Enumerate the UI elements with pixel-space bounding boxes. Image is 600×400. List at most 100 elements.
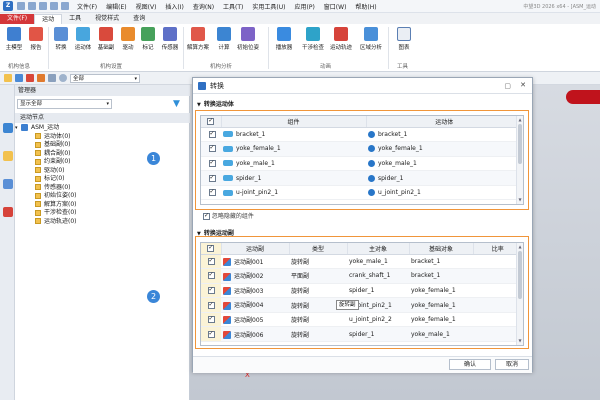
pin-icon[interactable]: ▢: [504, 82, 511, 90]
menu-window[interactable]: 窗口(W): [324, 2, 347, 11]
sensor-button[interactable]: 传感器: [159, 27, 181, 51]
tree-item-markers[interactable]: 标记(0): [15, 175, 190, 184]
collapse-icon[interactable]: ▼: [197, 102, 201, 108]
row-checkbox[interactable]: [207, 330, 215, 338]
assembly-manager-icon[interactable]: [3, 123, 13, 133]
menu-query[interactable]: 查询(N): [193, 2, 214, 11]
row-checkbox[interactable]: [207, 286, 215, 294]
display-filter-select[interactable]: 显示全部 ▾: [17, 99, 112, 109]
filter-select[interactable]: 全部 ▾: [70, 74, 140, 83]
bodies-scrollbar[interactable]: ▲ ▼: [516, 116, 523, 204]
menu-insert[interactable]: 插入(I): [165, 2, 183, 11]
tab-file[interactable]: 文件(F): [0, 14, 35, 24]
new-icon[interactable]: [17, 2, 25, 10]
menu-apps[interactable]: 应用(P): [294, 2, 314, 11]
trajectory-button[interactable]: 运动轨迹: [330, 27, 352, 51]
menu-file[interactable]: 文件(F): [77, 2, 97, 11]
ignore-hidden-checkbox[interactable]: [203, 212, 210, 220]
close-icon[interactable]: ✕: [520, 81, 526, 89]
row-checkbox[interactable]: [207, 315, 215, 324]
driver-button[interactable]: 驱动: [117, 27, 139, 51]
history-icon[interactable]: [3, 151, 13, 161]
convert-button[interactable]: 转换: [50, 27, 72, 51]
select-icon[interactable]: [4, 74, 12, 82]
row-checkbox[interactable]: [208, 174, 216, 182]
tab-query[interactable]: 查询: [126, 14, 152, 24]
menu-help[interactable]: 帮助(H): [355, 2, 376, 11]
tree-item-initial-poses[interactable]: 初始位姿(0): [15, 192, 190, 201]
funnel-icon[interactable]: ▼: [173, 99, 185, 109]
menu-edit[interactable]: 编辑(E): [106, 2, 126, 11]
tree-item-solutions[interactable]: 解算方案(0): [15, 201, 190, 210]
basic-joint-button[interactable]: 基础副: [95, 27, 117, 51]
table-row[interactable]: 运动副005 旋转副 u_joint_pin2_2 yoke_female_1: [201, 312, 523, 328]
properties-icon[interactable]: [3, 179, 13, 189]
pick-icon[interactable]: [15, 74, 23, 82]
cancel-button[interactable]: 取消: [495, 359, 529, 370]
tree-item-interference[interactable]: 干涉检查(0): [15, 209, 190, 218]
app-logo-icon[interactable]: Z: [3, 1, 13, 11]
header-select-all[interactable]: [201, 243, 222, 255]
row-checkbox[interactable]: [208, 144, 216, 153]
tree-item-bodies[interactable]: 运动体(0): [15, 133, 190, 142]
chart-button[interactable]: 图表: [393, 27, 415, 51]
menu-tools[interactable]: 工具(T): [223, 2, 243, 11]
select-all-checkbox[interactable]: [207, 117, 215, 125]
marker-button[interactable]: 标记: [137, 27, 159, 51]
row-checkbox[interactable]: [208, 188, 216, 197]
view-manager-icon[interactable]: [3, 207, 13, 217]
section-bodies-header[interactable]: ▼ 转换运动体: [197, 99, 234, 108]
table-row[interactable]: 运动副004 旋转副 u_joint_pin2_1 yoke_female_1: [201, 297, 523, 313]
row-checkbox[interactable]: [207, 271, 215, 280]
open-icon[interactable]: [28, 2, 36, 10]
region-analysis-button[interactable]: 区域分析: [360, 27, 382, 51]
tab-visual-style[interactable]: 视觉样式: [88, 14, 126, 24]
scroll-down-icon[interactable]: ▼: [517, 197, 523, 203]
tree-item-basic-joints[interactable]: 基础副(0): [15, 141, 190, 150]
undo-icon[interactable]: [50, 2, 58, 10]
menu-view[interactable]: 视图(V): [136, 2, 157, 11]
report-button[interactable]: 报告: [25, 27, 47, 51]
table-row[interactable]: 运动副002 平面副 crank_shaft_1 bracket_1: [201, 268, 523, 284]
tab-motion[interactable]: 运动: [34, 14, 63, 24]
scroll-thumb[interactable]: [518, 251, 522, 299]
header-select-all[interactable]: [201, 116, 222, 128]
table-row[interactable]: 运动副006 旋转副 spider_1 yoke_male_1: [201, 326, 523, 343]
scroll-down-icon[interactable]: ▼: [517, 338, 523, 344]
table-row[interactable]: bracket_1 bracket_1: [201, 127, 523, 143]
scroll-thumb[interactable]: [518, 124, 522, 164]
motion-body-button[interactable]: 运动体: [72, 27, 94, 51]
save-icon[interactable]: [39, 2, 47, 10]
tree-item-couplers[interactable]: 耦合副(0): [15, 150, 190, 159]
solution-button[interactable]: 解算方案: [187, 27, 209, 51]
tree-item-sensors[interactable]: 传感器(0): [15, 184, 190, 193]
table-row[interactable]: u-joint_pin2_1 u_joint_pin2_1: [201, 185, 523, 201]
table-row[interactable]: spider_1 spider_1: [201, 170, 523, 186]
row-checkbox[interactable]: [208, 130, 216, 138]
ignore-hidden-option[interactable]: 忽略隐藏的组件: [203, 211, 254, 220]
row-checkbox[interactable]: [207, 257, 215, 265]
table-row[interactable]: 运动副003 旋转副 spider_1 yoke_female_1: [201, 283, 523, 299]
tree-root[interactable]: ▾ ASM_运动: [15, 124, 190, 133]
options-icon[interactable]: [48, 74, 56, 82]
filter-red-icon[interactable]: [26, 74, 34, 82]
player-button[interactable]: 播放器: [273, 27, 295, 51]
tab-tools[interactable]: 工具: [62, 14, 88, 24]
select-all-checkbox[interactable]: [207, 244, 215, 252]
tree-item-drivers[interactable]: 驱动(0): [15, 167, 190, 176]
tree-item-trajectories[interactable]: 运动轨迹(0): [15, 218, 190, 227]
scroll-up-icon[interactable]: ▲: [517, 244, 523, 250]
calculate-button[interactable]: 计算: [213, 27, 235, 51]
filter-orange-icon[interactable]: [37, 74, 45, 82]
initial-pose-button[interactable]: 初始位姿: [237, 27, 259, 51]
main-model-button[interactable]: 主模型: [3, 27, 25, 51]
collapse-icon[interactable]: ▼: [197, 231, 201, 237]
table-row[interactable]: yoke_female_1 yoke_female_1: [201, 141, 523, 157]
tree-item-constraints[interactable]: 约束副(0): [15, 158, 190, 167]
row-checkbox[interactable]: [208, 159, 216, 167]
redo-icon[interactable]: [61, 2, 69, 10]
menu-utilities[interactable]: 实用工具(U): [252, 2, 285, 11]
section-joints-header[interactable]: ▼ 转换运动副: [197, 228, 234, 237]
table-row[interactable]: 运动副001 旋转副 yoke_male_1 bracket_1: [201, 254, 523, 270]
ok-button[interactable]: 确认: [449, 359, 491, 370]
